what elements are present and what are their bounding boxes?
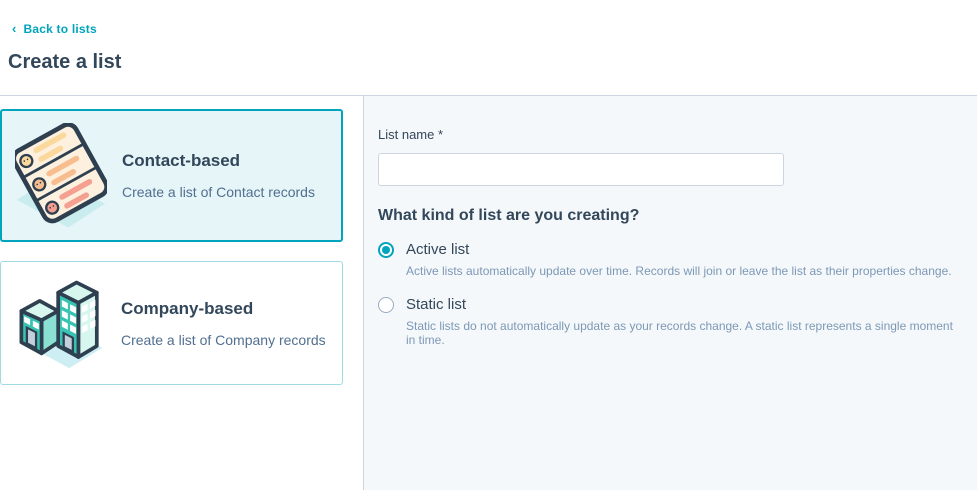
list-settings-panel: List name * What kind of list are you cr… [363,96,977,490]
content-area: Contact-based Create a list of Contact r… [0,95,977,490]
active-list-radio[interactable] [378,241,394,258]
company-card-description: Create a list of Company records [121,331,326,348]
back-chevron-icon: ‹ [12,21,17,36]
static-list-radio-row[interactable]: Static list [378,296,961,313]
company-based-card[interactable]: Company-based Create a list of Company r… [0,261,343,385]
page-title: Create a list [8,51,122,73]
contact-list-icon [14,122,108,229]
static-list-label: Static list [406,296,467,313]
static-list-description: Static lists do not automatically update… [406,319,953,347]
company-card-title: Company-based [121,298,254,318]
static-list-radio[interactable] [378,296,394,313]
list-type-column: Contact-based Create a list of Contact r… [0,96,363,490]
active-list-radio-row[interactable]: Active list [378,241,961,258]
page-header: ‹ Back to lists Create a list [0,0,977,95]
list-kind-question: What kind of list are you creating? [378,207,640,224]
contact-card-title: Contact-based [122,151,241,170]
contact-card-text: Contact-based Create a list of Contact r… [122,151,315,200]
active-list-description: Active lists automatically update over t… [406,264,952,278]
back-to-lists-link[interactable]: ‹ Back to lists [12,22,97,36]
list-name-label: List name * [378,127,444,142]
list-name-input[interactable] [378,153,784,186]
back-link-label: Back to lists [23,21,97,36]
static-list-option: Static list Static lists do not automati… [378,296,961,347]
company-buildings-icon [13,272,107,374]
contact-card-description: Create a list of Contact records [122,184,315,200]
active-list-option: Active list Active lists automatically u… [378,241,961,278]
company-card-text: Company-based Create a list of Company r… [121,299,326,348]
active-list-label: Active list [406,241,470,258]
contact-based-card[interactable]: Contact-based Create a list of Contact r… [0,109,343,242]
